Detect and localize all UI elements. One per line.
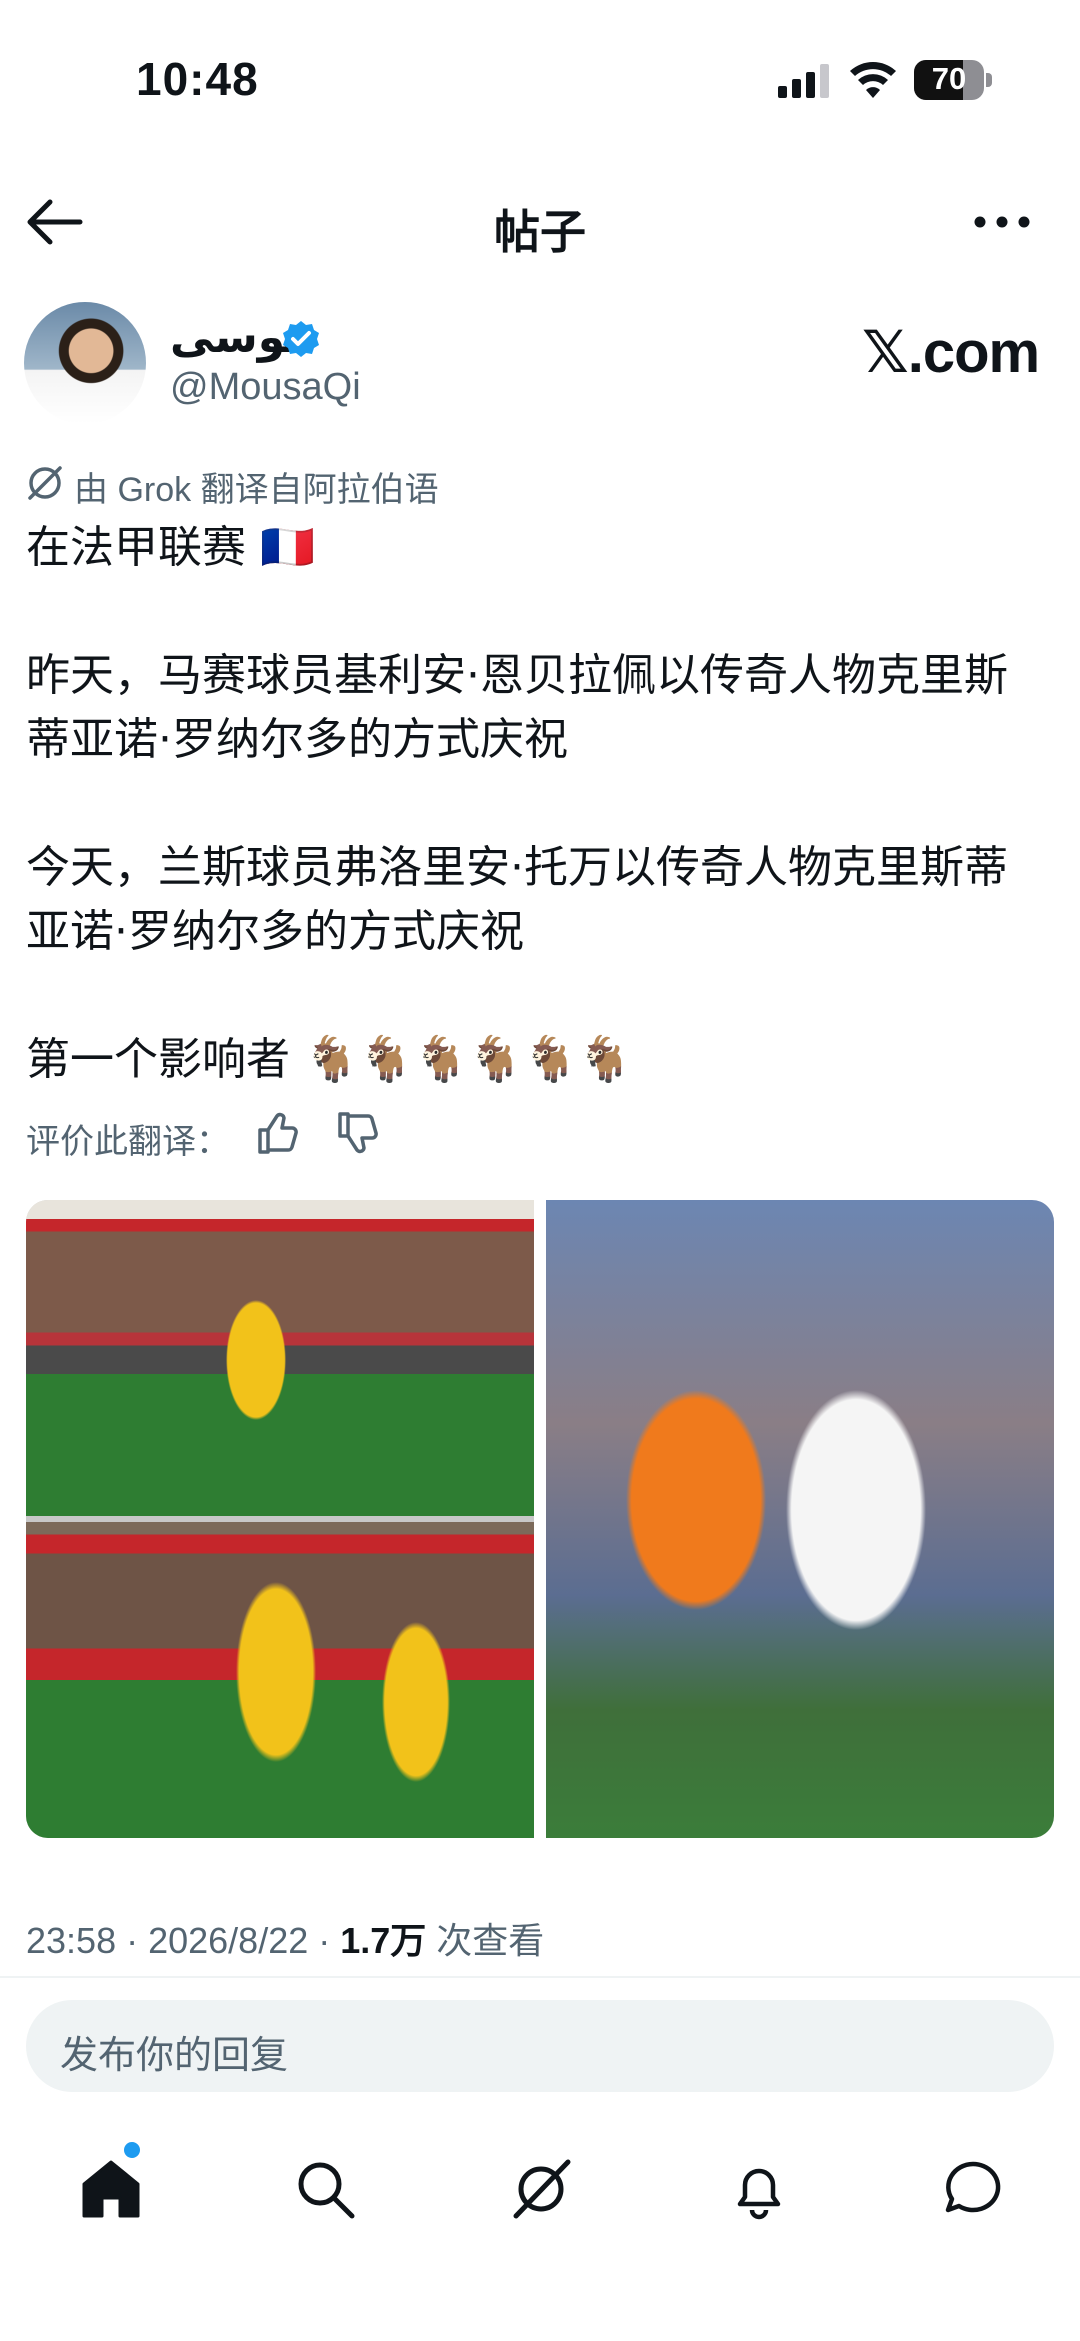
photo-celebration-top	[26, 1200, 534, 1516]
photo-celebration-bottom	[26, 1522, 534, 1838]
thumbs-up-icon[interactable]	[256, 1110, 302, 1156]
media-image-left[interactable]	[26, 1200, 534, 1838]
rate-translation-label: 评价此翻译：	[26, 1123, 230, 1161]
post-timestamp: 23:58 · 2026/8/22 ·	[26, 1920, 341, 1961]
post-text: 在法甲联赛 🇫🇷 昨天，马赛球员基利安·恩贝拉佩以传奇人物克里斯蒂亚诺·罗纳尔多…	[26, 522, 1008, 1085]
photo-celebration-right	[546, 1200, 1054, 1838]
status-time: 10:48	[136, 53, 259, 105]
search-icon[interactable]	[292, 2156, 358, 2222]
reply-input[interactable]: 发布你的回复	[26, 2000, 1054, 2092]
views-label: 次查看	[426, 1920, 545, 1961]
battery-tip	[986, 73, 992, 87]
home-icon[interactable]	[78, 2156, 144, 2222]
post-meta: 23:58 · 2026/8/22 · 1.7万 次查看	[26, 1912, 544, 1964]
wifi-icon	[850, 62, 896, 98]
signal-icon	[778, 64, 829, 98]
battery-level: 70	[931, 61, 967, 96]
author-handle[interactable]: @MousaQi	[170, 366, 361, 409]
more-options-button[interactable]	[970, 196, 1034, 248]
reply-placeholder: 发布你的回复	[60, 2035, 289, 2077]
avatar[interactable]	[24, 302, 146, 424]
translation-label[interactable]: 由 Grok 翻译自阿拉伯语	[74, 462, 439, 511]
battery-icon: 70	[914, 60, 984, 100]
thumbs-down-icon[interactable]	[336, 1110, 382, 1156]
message-icon[interactable]	[940, 2156, 1006, 2222]
media-image-right[interactable]	[546, 1200, 1054, 1838]
page-title: 帖子	[494, 206, 586, 258]
back-button[interactable]	[24, 196, 86, 248]
divider	[0, 1976, 1080, 1978]
verified-badge-icon	[283, 321, 319, 357]
brand-watermark: 𝕏.com	[862, 320, 1040, 385]
bell-icon[interactable]	[726, 2156, 792, 2222]
view-count[interactable]: 1.7万	[340, 1920, 426, 1961]
grok-tab-icon[interactable]	[508, 2156, 574, 2222]
grok-icon	[28, 466, 62, 500]
